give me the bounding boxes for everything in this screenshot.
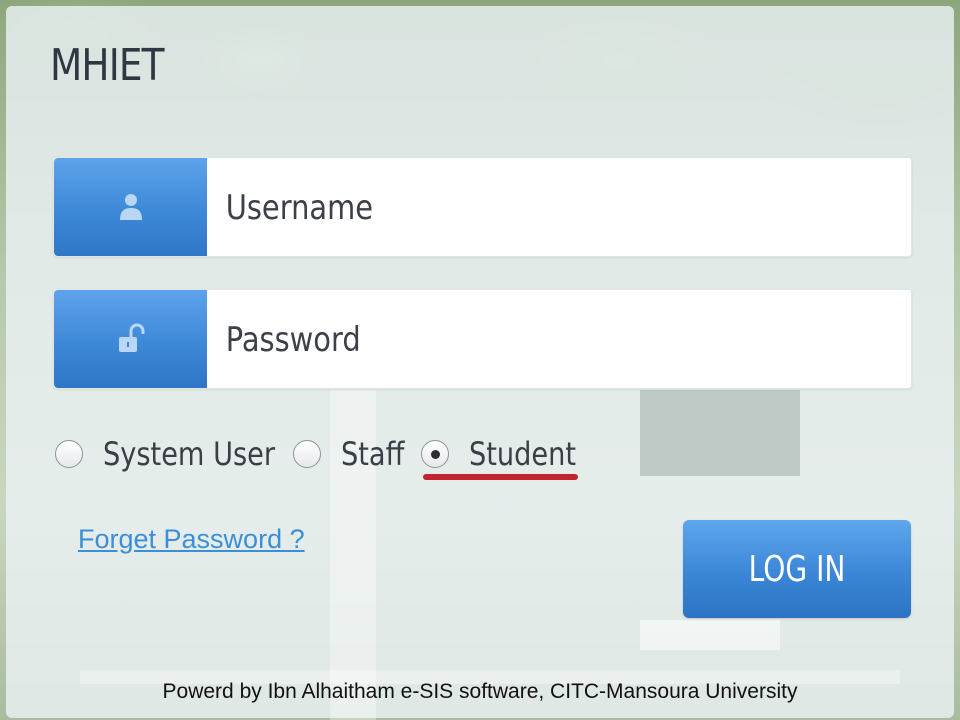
role-staff[interactable]: Staff <box>293 435 411 473</box>
footer-credit: Powerd by Ibn Alhaitham e-SIS software, … <box>162 680 798 703</box>
role-label-staff: Staff <box>341 435 405 473</box>
user-icon <box>119 194 142 220</box>
forgot-password-link[interactable]: Forget Password ? <box>78 524 305 555</box>
password-icon-box <box>54 290 207 388</box>
background-slab <box>640 620 780 650</box>
login-button-label: LOG IN <box>748 548 846 590</box>
radio-staff[interactable] <box>293 440 321 468</box>
annotation-underline <box>423 474 578 480</box>
unlock-icon <box>118 323 144 352</box>
password-input[interactable] <box>224 290 797 390</box>
login-button[interactable]: LOG IN <box>683 520 911 618</box>
radio-system-user[interactable] <box>55 440 83 468</box>
role-system-user[interactable]: System User <box>55 435 283 473</box>
background-building <box>640 390 800 476</box>
role-selector: System User Staff Student <box>55 430 609 478</box>
username-field[interactable] <box>53 157 912 258</box>
username-input[interactable] <box>224 158 797 258</box>
role-label-system-user: System User <box>103 435 276 473</box>
radio-student[interactable] <box>421 440 449 468</box>
username-icon-box <box>54 158 207 256</box>
role-label-student: Student <box>469 435 577 473</box>
role-student[interactable]: Student <box>421 435 599 473</box>
password-field[interactable] <box>53 289 912 390</box>
page-title: MHIET <box>50 40 164 91</box>
